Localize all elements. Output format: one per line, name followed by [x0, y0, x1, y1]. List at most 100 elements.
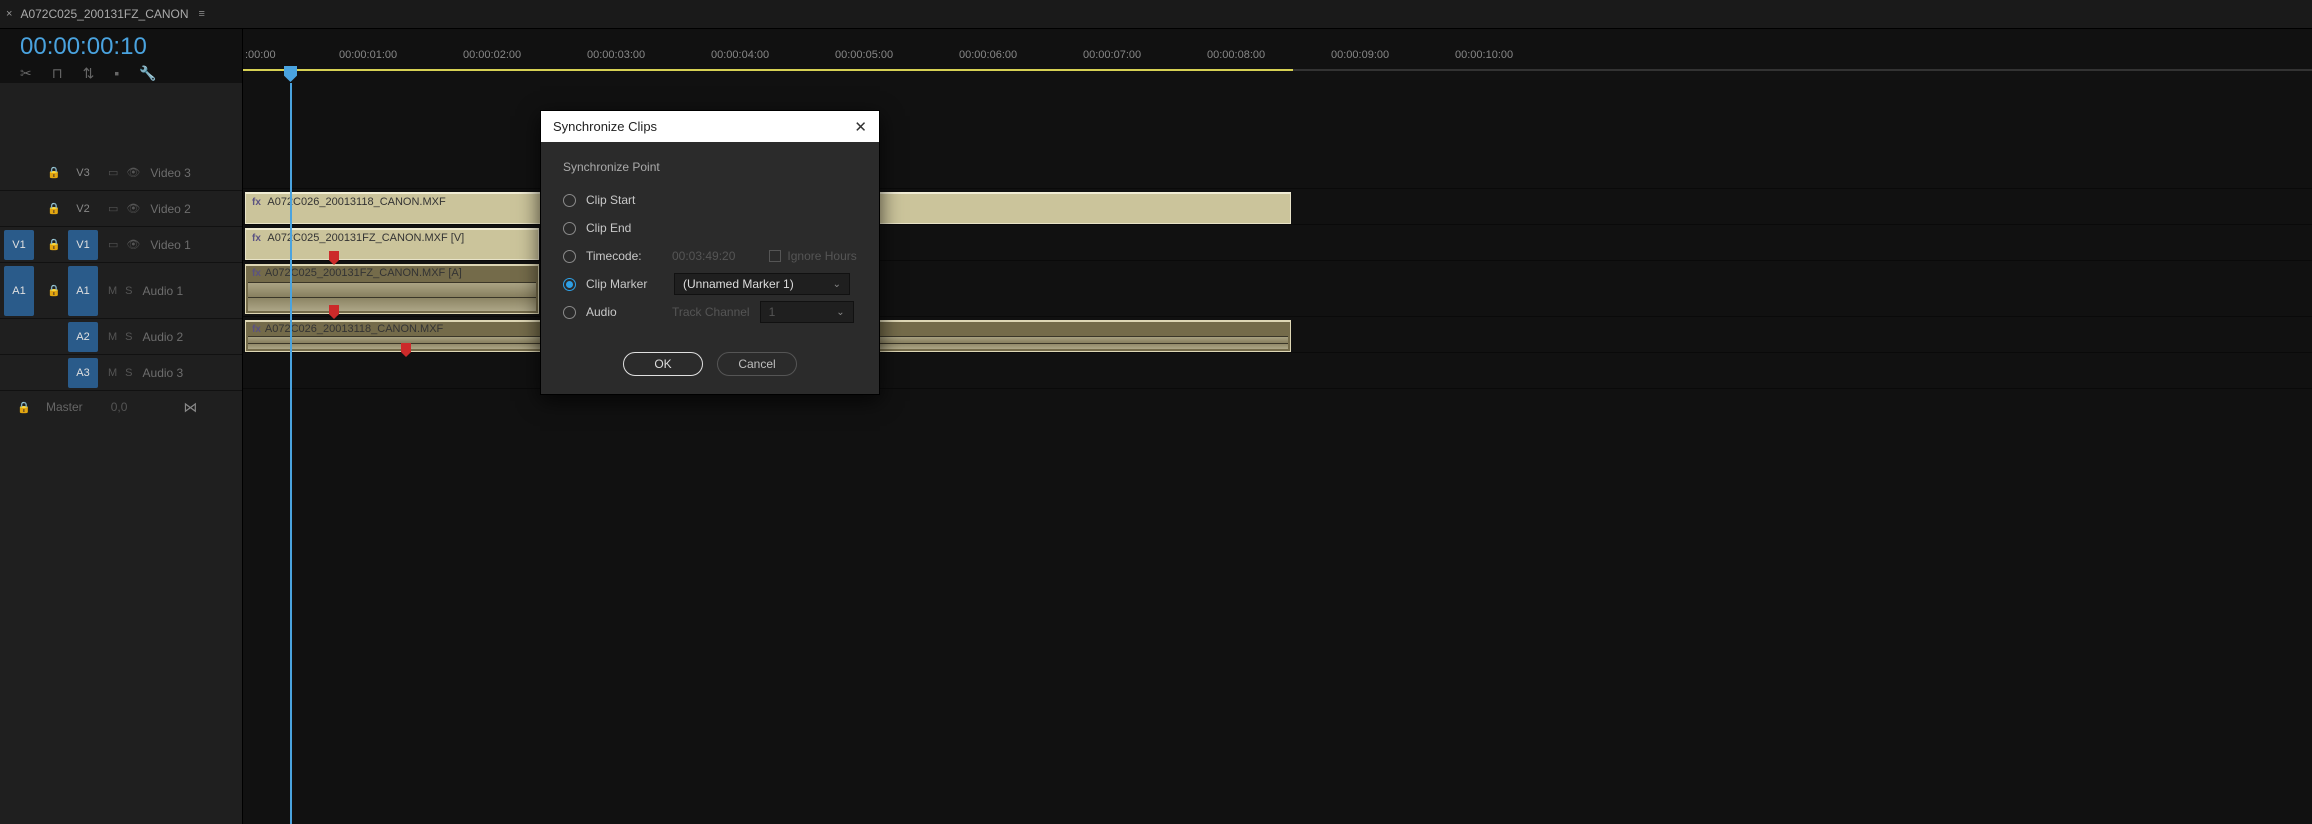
- radio-clip-marker[interactable]: Clip Marker (Unnamed Marker 1) ⌄: [563, 270, 857, 298]
- radio-label: Clip Marker: [586, 277, 664, 291]
- track-header-v2[interactable]: 🔒 V2 ▭ 👁 Video 2: [0, 191, 242, 227]
- target-patch-v2[interactable]: V2: [68, 194, 98, 224]
- timeline-body: 🔒 V3 ▭👁 Video 3 🔒 V2 ▭👁 Video 2 V1 🔒 V1 …: [0, 83, 2312, 824]
- close-icon[interactable]: ✕: [854, 118, 867, 136]
- target-patch-a3[interactable]: A3: [68, 358, 98, 388]
- sequence-tab-label[interactable]: A072C025_200131FZ_CANON: [20, 7, 188, 21]
- panel-menu-icon[interactable]: ≡: [199, 8, 205, 20]
- lock-icon[interactable]: 🔒: [16, 401, 32, 414]
- select-value: (Unnamed Marker 1): [683, 277, 794, 291]
- playhead-line[interactable]: [291, 83, 292, 824]
- target-patch-v1[interactable]: V1: [68, 230, 98, 260]
- target-patch-a2[interactable]: A2: [68, 322, 98, 352]
- solo-button[interactable]: S: [125, 367, 132, 379]
- radio-icon[interactable]: [563, 278, 576, 291]
- fx-badge[interactable]: fx: [252, 268, 261, 279]
- fx-badge[interactable]: fx: [252, 197, 261, 208]
- radio-audio[interactable]: Audio Track Channel 1 ⌄: [563, 298, 857, 326]
- track-header-a3[interactable]: 🔒 A3 M S Audio 3: [0, 355, 242, 391]
- source-patch-v1[interactable]: V1: [4, 230, 34, 260]
- radio-clip-end[interactable]: Clip End: [563, 214, 857, 242]
- solo-button[interactable]: S: [125, 285, 132, 297]
- ruler-tick: 00:00:05:00: [835, 49, 893, 61]
- source-patch-a2[interactable]: [4, 322, 34, 352]
- master-label: Master: [46, 400, 83, 414]
- dialog-titlebar[interactable]: Synchronize Clips ✕: [541, 111, 879, 142]
- eye-icon[interactable]: 👁: [126, 238, 140, 251]
- timeline-header-left: 00:00:00:10 ✂ ⊓ ⇅ ▪ 🔧: [0, 29, 242, 83]
- radio-icon[interactable]: [563, 250, 576, 263]
- track-header-master[interactable]: 🔒 Master 0,0 ⋈: [0, 391, 242, 423]
- radio-icon[interactable]: [563, 222, 576, 235]
- solo-button[interactable]: S: [125, 331, 132, 343]
- ok-button[interactable]: OK: [623, 352, 703, 376]
- clip-label: A072C025_200131FZ_CANON.MXF [A]: [265, 267, 462, 279]
- radio-label: Timecode:: [586, 249, 664, 263]
- clip-marker-icon[interactable]: [329, 305, 339, 319]
- toggle-output-icon[interactable]: ▭: [108, 238, 118, 251]
- bowtie-icon[interactable]: ⋈: [183, 399, 197, 416]
- work-area-bar[interactable]: [243, 69, 1293, 71]
- track-name-a2: Audio 2: [143, 330, 184, 344]
- fx-badge[interactable]: fx: [252, 233, 261, 244]
- track-header-v1[interactable]: V1 🔒 V1 ▭ 👁 Video 1: [0, 227, 242, 263]
- checkbox-icon: [769, 250, 781, 262]
- close-panel-icon[interactable]: ×: [6, 8, 12, 20]
- lock-icon[interactable]: 🔒: [46, 238, 62, 251]
- dialog-title-text: Synchronize Clips: [553, 119, 657, 134]
- mute-button[interactable]: M: [108, 367, 117, 379]
- mute-button[interactable]: M: [108, 331, 117, 343]
- ruler-tick: 00:00:08:00: [1207, 49, 1265, 61]
- radio-clip-start[interactable]: Clip Start: [563, 186, 857, 214]
- cancel-button[interactable]: Cancel: [717, 352, 797, 376]
- playhead-line[interactable]: [290, 83, 291, 824]
- target-patch-v3[interactable]: V3: [68, 158, 98, 188]
- mute-button[interactable]: M: [108, 285, 117, 297]
- source-patch-a3[interactable]: [4, 358, 34, 388]
- radio-icon[interactable]: [563, 306, 576, 319]
- track-header-a2[interactable]: 🔒 A2 M S Audio 2: [0, 319, 242, 355]
- time-ruler[interactable]: :00:00 00:00:01:00 00:00:02:00 00:00:03:…: [243, 29, 2312, 84]
- insert-icon[interactable]: ✂: [20, 65, 32, 82]
- eye-icon[interactable]: 👁: [126, 202, 140, 215]
- ruler-area[interactable]: :00:00 00:00:01:00 00:00:02:00 00:00:03:…: [242, 29, 2312, 83]
- lock-icon[interactable]: 🔒: [46, 166, 62, 179]
- eye-icon[interactable]: 👁: [126, 166, 140, 179]
- master-level[interactable]: 0,0: [111, 400, 128, 414]
- radio-timecode[interactable]: Timecode: 00:03:49:20 Ignore Hours: [563, 242, 857, 270]
- ruler-tick: 00:00:02:00: [463, 49, 521, 61]
- playhead-timecode[interactable]: 00:00:00:10: [20, 33, 242, 61]
- track-name-a1: Audio 1: [143, 284, 184, 298]
- panel-tab-bar: × A072C025_200131FZ_CANON ≡: [0, 0, 2312, 28]
- toggle-output-icon[interactable]: ▭: [108, 202, 118, 215]
- marker-icon[interactable]: ▪: [114, 65, 119, 82]
- lock-icon[interactable]: 🔒: [46, 202, 62, 215]
- target-patch-a1[interactable]: A1: [68, 266, 98, 316]
- linked-selection-icon[interactable]: ⇅: [83, 65, 95, 82]
- ignore-hours-checkbox: Ignore Hours: [769, 249, 856, 263]
- chevron-down-icon: ⌄: [833, 279, 841, 290]
- chevron-down-icon: ⌄: [836, 307, 844, 318]
- source-patch-a1[interactable]: A1: [4, 266, 34, 316]
- source-patch-v2[interactable]: [4, 194, 34, 224]
- marker-select[interactable]: (Unnamed Marker 1) ⌄: [674, 273, 850, 295]
- track-header-a1[interactable]: A1 🔒 A1 M S Audio 1: [0, 263, 242, 319]
- ruler-tick: 00:00:07:00: [1083, 49, 1141, 61]
- timeline-tool-icons: ✂ ⊓ ⇅ ▪ 🔧: [20, 65, 242, 82]
- radio-label: Clip End: [586, 221, 664, 235]
- snap-icon[interactable]: ⊓: [52, 65, 63, 82]
- radio-label: Audio: [586, 305, 664, 319]
- toggle-output-icon[interactable]: ▭: [108, 166, 118, 179]
- wrench-icon[interactable]: 🔧: [139, 65, 156, 82]
- lock-icon[interactable]: 🔒: [46, 284, 62, 297]
- source-patch-v3[interactable]: [4, 158, 34, 188]
- clip-label: A072C026_20013118_CANON.MXF: [267, 196, 445, 208]
- timecode-value: 00:03:49:20: [672, 249, 735, 263]
- track-name-v2: Video 2: [150, 202, 190, 216]
- track-header-v3[interactable]: 🔒 V3 ▭👁 Video 3: [0, 155, 242, 191]
- radio-icon[interactable]: [563, 194, 576, 207]
- fx-badge[interactable]: fx: [252, 324, 261, 335]
- track-name-v1: Video 1: [150, 238, 190, 252]
- ruler-tick: 00:00:01:00: [339, 49, 397, 61]
- select-value: 1: [769, 305, 776, 319]
